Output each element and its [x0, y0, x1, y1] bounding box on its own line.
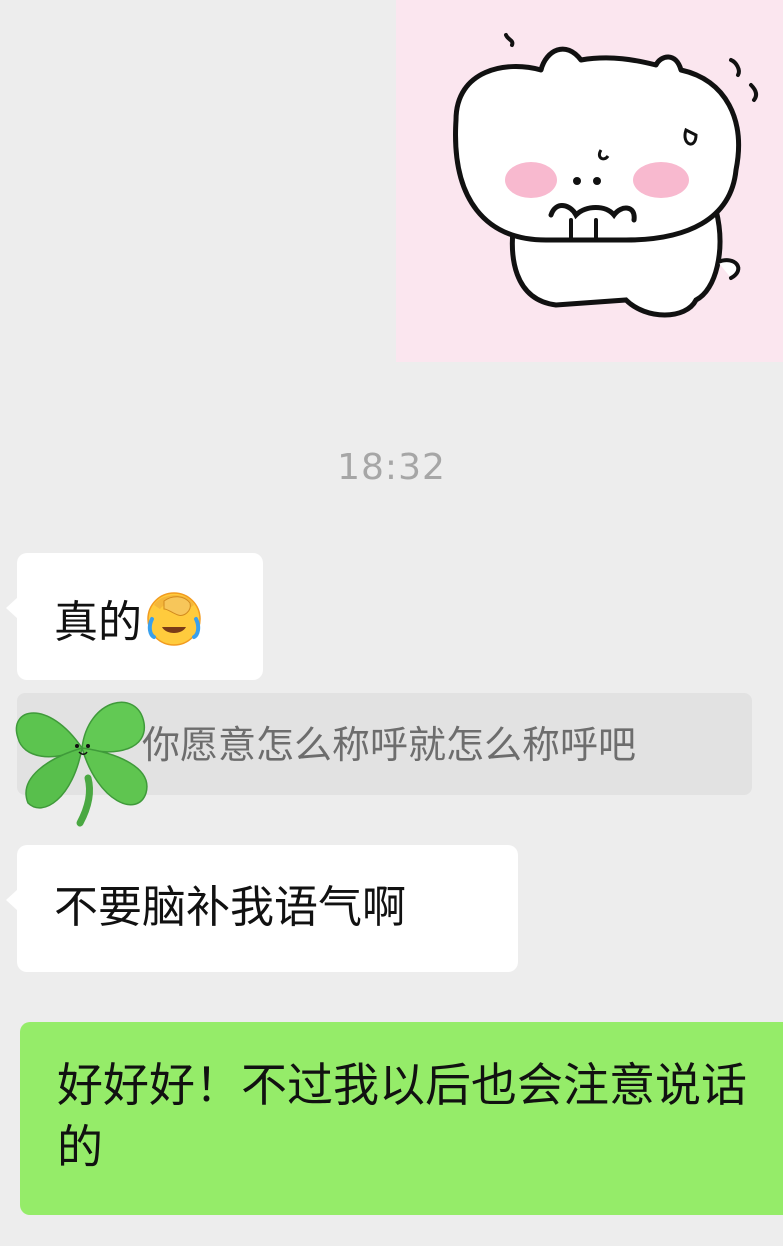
incoming-message-bubble[interactable]: 不要脑补我语气啊 [6, 845, 518, 972]
message-text: 真的 [54, 597, 142, 648]
face-palm-tears-emoji [144, 587, 204, 647]
chat-screen: 18:32 真的 你愿意怎么称呼就怎么称呼吧 不要脑补我语气啊 好好好！不过我以… [0, 0, 783, 1246]
message-text: 不要脑补我语气啊 [54, 882, 406, 933]
incoming-message-bubble[interactable]: 真的 [6, 553, 263, 680]
message-text: 好好好！不过我以后也会注意说话的 [57, 1058, 747, 1174]
cat-sticker[interactable] [396, 0, 783, 362]
clover-icon [8, 678, 156, 828]
cat-sticker-drawing [453, 33, 759, 318]
outgoing-message-bubble[interactable]: 好好好！不过我以后也会注意说话的 [20, 1022, 783, 1215]
timestamp: 18:32 [337, 447, 446, 488]
quoted-message-text: 你愿意怎么称呼就怎么称呼吧 [142, 723, 637, 767]
